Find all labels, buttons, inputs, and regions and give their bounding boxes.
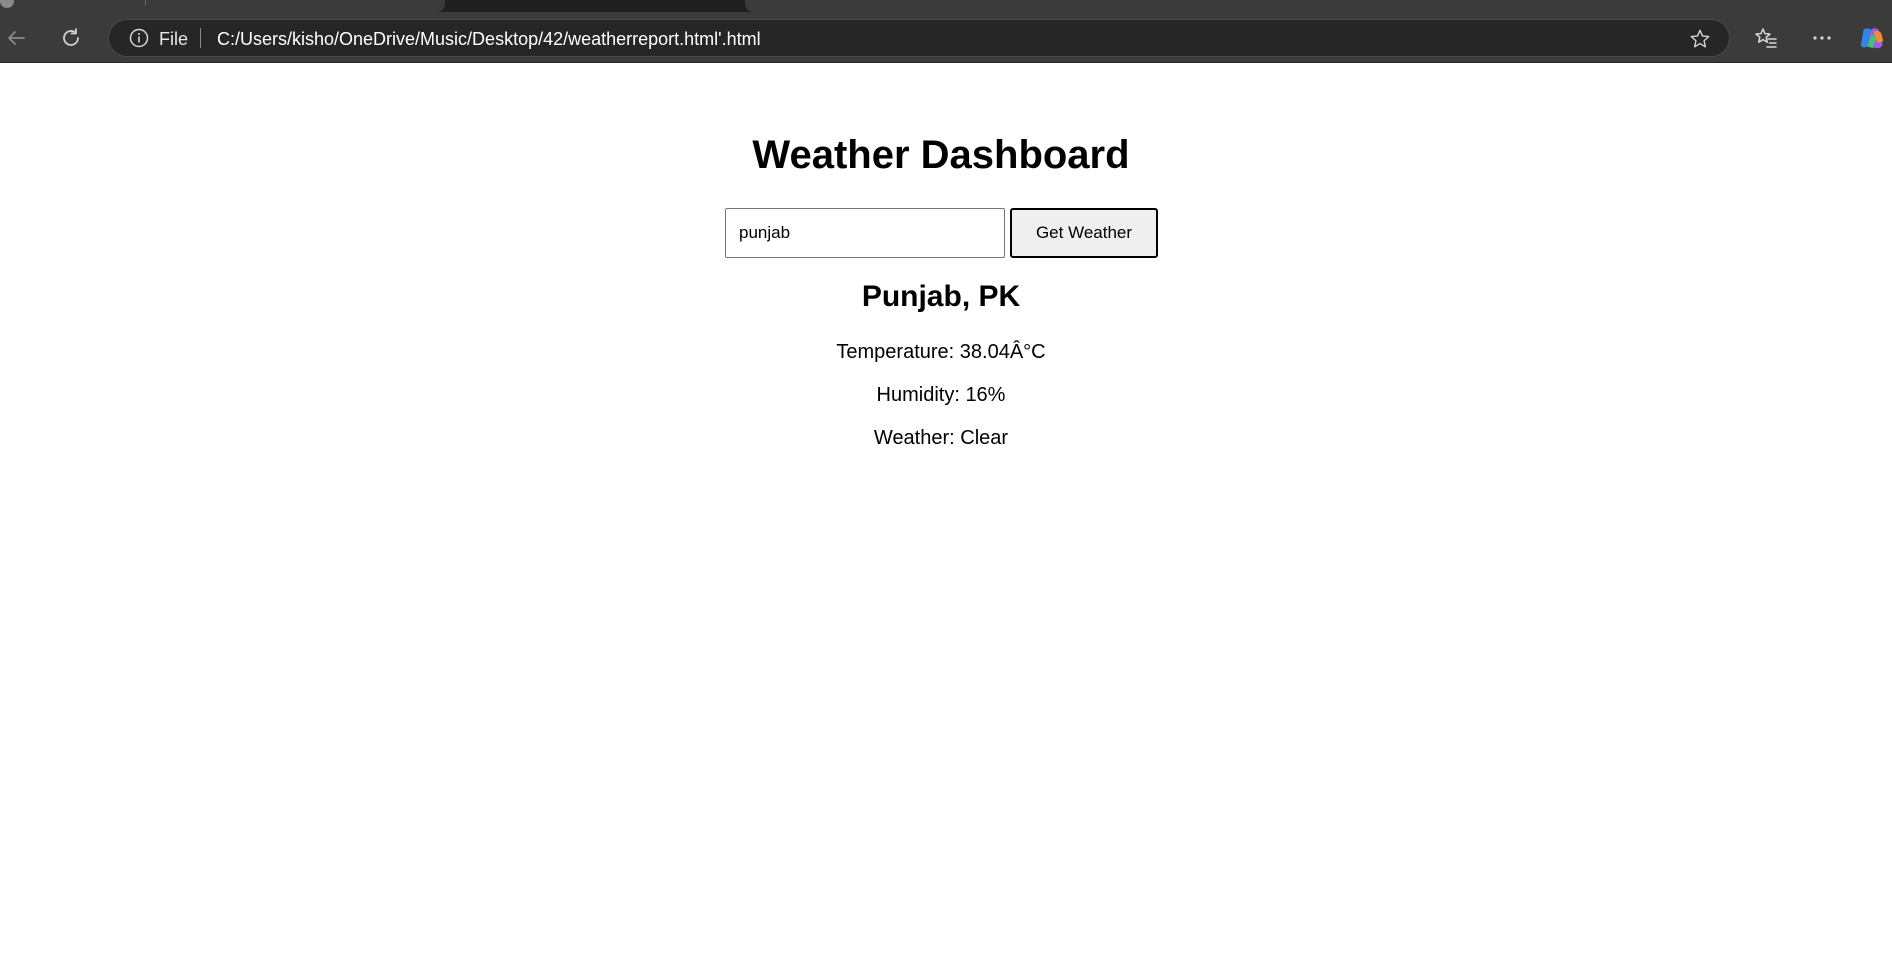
browser-tab[interactable] <box>0 0 445 12</box>
weather-condition-text: Weather: Clear <box>873 427 1009 449</box>
back-button[interactable] <box>2 24 30 52</box>
browser-toolbar: File C:/Users/kisho/OneDrive/Music/Deskt… <box>0 12 1892 63</box>
tab-divider <box>145 0 146 6</box>
url-text[interactable]: C:/Users/kisho/OneDrive/Music/Desktop/42… <box>217 29 761 50</box>
address-scheme-label: File <box>159 29 189 49</box>
back-arrow-icon <box>8 31 25 45</box>
address-divider <box>200 28 201 48</box>
favorites-button[interactable] <box>1752 24 1780 52</box>
location-heading: Punjab, PK <box>861 280 1021 313</box>
address-bar[interactable]: File C:/Users/kisho/OneDrive/Music/Deskt… <box>108 19 1730 57</box>
tab-favicon-icon <box>0 0 14 8</box>
tab-strip <box>0 0 1892 12</box>
humidity-text: Humidity: 16% <box>876 384 1006 406</box>
reload-icon <box>63 28 79 46</box>
favorites-icon <box>1755 28 1777 48</box>
page-title: Weather Dashboard <box>752 133 1130 177</box>
get-weather-button[interactable]: Get Weather <box>1010 208 1158 258</box>
temperature-text: Temperature: 38.04Â°C <box>836 341 1046 363</box>
more-button[interactable] <box>1808 24 1836 52</box>
star-icon[interactable] <box>1689 28 1711 50</box>
copilot-icon <box>1860 28 1884 49</box>
browser-tab-active[interactable] <box>745 0 1892 12</box>
city-input[interactable] <box>725 208 1005 258</box>
more-icon <box>1813 36 1831 40</box>
reload-button[interactable] <box>57 24 85 52</box>
info-icon[interactable] <box>129 28 149 48</box>
page-content: Weather Dashboard Get Weather Punjab, PK… <box>0 63 1892 979</box>
copilot-button[interactable] <box>1858 24 1886 52</box>
